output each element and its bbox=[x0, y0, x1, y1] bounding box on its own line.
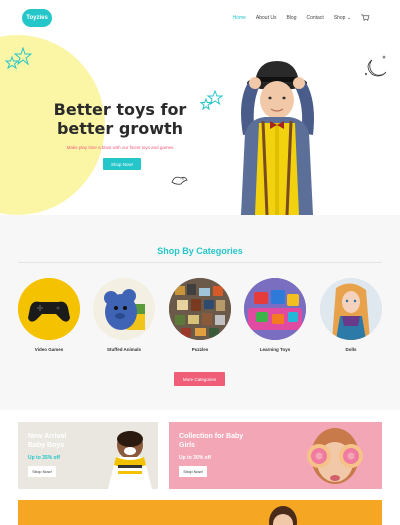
category-label[interactable]: Learning Toys bbox=[244, 347, 306, 352]
child-image bbox=[269, 506, 297, 525]
category-label[interactable]: Stuffed Animals bbox=[93, 347, 155, 352]
banner-baby-girls[interactable]: Collection for Baby Girls Up to 30% off … bbox=[169, 422, 382, 489]
blocks-icon bbox=[244, 278, 306, 340]
hero-subtitle: Make play time a blast with our finest t… bbox=[66, 145, 174, 150]
gamepad-icon bbox=[18, 278, 80, 340]
chevron-down-icon: ⌄ bbox=[346, 14, 351, 21]
category-label[interactable]: Video Games bbox=[18, 347, 80, 352]
puzzle-icon bbox=[169, 278, 231, 340]
site-header: Toyzies Home About Us Blog Contact Shop … bbox=[0, 0, 400, 38]
category-learning-toys[interactable]: Learning Toys bbox=[244, 278, 306, 352]
baby-boy-image bbox=[108, 431, 152, 489]
banner-title-line2: Girls bbox=[179, 442, 195, 449]
bird-icon bbox=[171, 176, 188, 185]
nav-about-us[interactable]: About Us bbox=[256, 15, 277, 21]
banner-offer: Up to 30% off bbox=[179, 455, 211, 461]
shop-now-button[interactable]: Shop Now! bbox=[103, 158, 141, 170]
category-stuffed-animals[interactable]: Stuffed Animals bbox=[93, 278, 155, 352]
site-logo[interactable]: Toyzies bbox=[22, 9, 52, 27]
categories-title: Shop By Categories bbox=[157, 246, 243, 256]
shop-now-button[interactable]: Shop Now! bbox=[28, 466, 56, 477]
nav-contact[interactable]: Contact bbox=[306, 15, 323, 21]
cart-icon[interactable] bbox=[361, 14, 370, 21]
nav-shop[interactable]: Shop ⌄ bbox=[334, 15, 351, 21]
category-image[interactable] bbox=[244, 278, 306, 340]
hero-title-line2: better growth bbox=[56, 119, 184, 138]
hero-boy-image bbox=[241, 61, 314, 215]
stuffed-animal-icon bbox=[93, 278, 155, 340]
category-image[interactable] bbox=[18, 278, 80, 340]
baby-girl-image bbox=[307, 428, 363, 484]
hero-title: Better toys for better growth bbox=[45, 100, 195, 138]
promo-banner[interactable] bbox=[18, 500, 382, 525]
banner-title: Collection for Baby Girls bbox=[179, 432, 243, 450]
nav-blog[interactable]: Blog bbox=[286, 15, 296, 21]
main-nav: Home About Us Blog Contact Shop ⌄ bbox=[233, 14, 370, 21]
category-dolls[interactable]: Dolls bbox=[320, 278, 382, 352]
hero-title-line1: Better toys for bbox=[53, 100, 187, 119]
banner-title-line2: Baby Boys bbox=[28, 442, 65, 449]
banner-offer: Up to 35% off bbox=[28, 455, 60, 461]
moon-icon bbox=[364, 55, 387, 77]
category-video-games[interactable]: Video Games bbox=[18, 278, 80, 352]
stars-icon bbox=[5, 47, 33, 70]
shop-now-button[interactable]: Shop Now! bbox=[179, 466, 207, 477]
category-label[interactable]: Dolls bbox=[320, 347, 382, 352]
nav-home[interactable]: Home bbox=[233, 15, 246, 21]
category-image[interactable] bbox=[169, 278, 231, 340]
banner-baby-boys[interactable]: New Arrival Baby Boys Up to 35% off Shop… bbox=[18, 422, 158, 489]
banner-title-line1: Collection for Baby bbox=[179, 433, 244, 440]
banner-title: New Arrival Baby Boys bbox=[28, 432, 66, 450]
category-puzzles[interactable]: Puzzles bbox=[169, 278, 231, 352]
category-image[interactable] bbox=[320, 278, 382, 340]
doll-icon bbox=[320, 278, 382, 340]
divider bbox=[18, 262, 382, 263]
nav-shop-label: Shop bbox=[333, 14, 346, 21]
banner-title-line1: New Arrival bbox=[28, 433, 67, 440]
category-image[interactable] bbox=[93, 278, 155, 340]
more-categories-button[interactable]: More Categories bbox=[174, 372, 225, 386]
category-label[interactable]: Puzzles bbox=[169, 347, 231, 352]
